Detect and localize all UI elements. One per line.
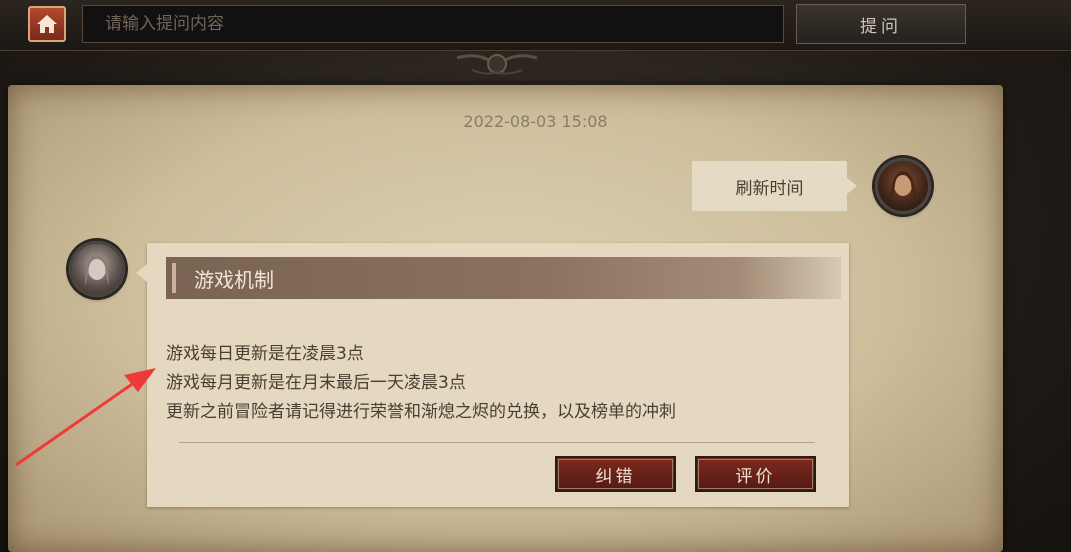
annotation-arrow-icon <box>15 368 156 467</box>
